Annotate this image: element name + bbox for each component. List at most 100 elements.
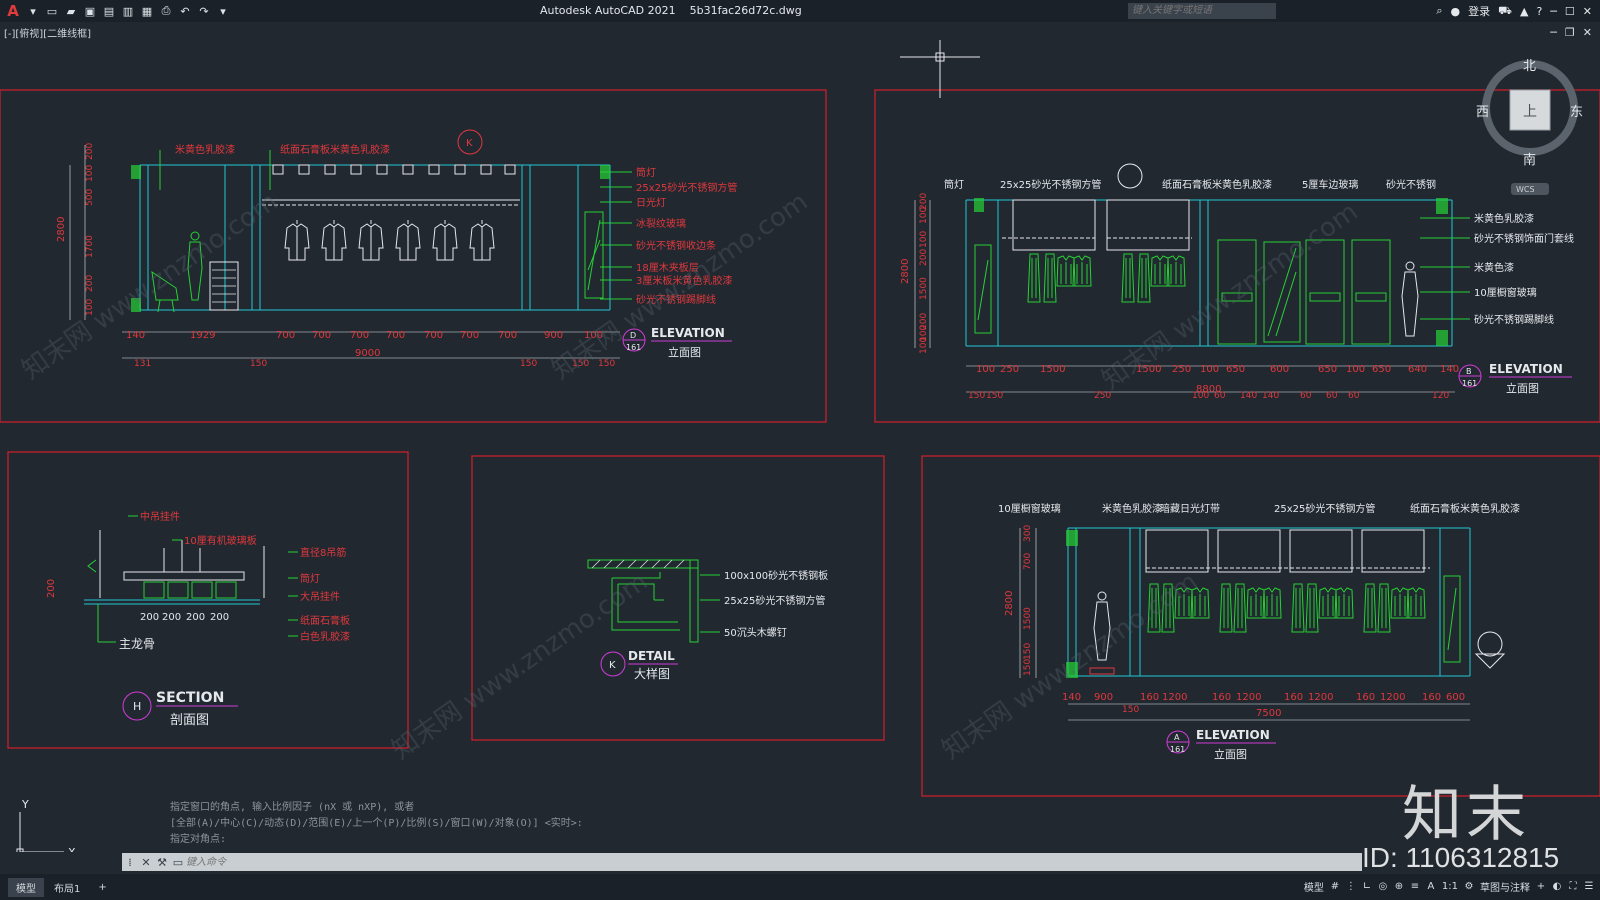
lineweight-icon[interactable]: ≡ [1410,881,1420,892]
login-link[interactable]: 登录 [1468,3,1490,19]
search-icon[interactable]: ⌕ [1436,4,1442,18]
workspace-switch[interactable]: 草图与注释 [1480,879,1530,894]
publish-icon[interactable]: ▥ [120,3,136,19]
plot-preview-icon[interactable]: ▦ [139,3,155,19]
total-height-label: 2800 [1004,591,1015,616]
dim-v: 100 [919,231,929,248]
dim-h: 100 [1200,364,1219,375]
garment [1121,253,1135,303]
save-as-icon[interactable]: ▤ [101,3,117,19]
redo-icon[interactable]: ↷ [196,3,212,19]
tab-layout1[interactable]: 布局1 [46,878,88,897]
garment [1219,583,1233,633]
undo-icon[interactable]: ↶ [177,3,193,19]
shirt [1262,587,1282,619]
close-icon[interactable]: ✕ [138,856,154,869]
annotation-label: 暗藏日光灯带 [1160,502,1220,515]
grip-icon[interactable]: ⁞ [122,856,138,869]
doc-restore-icon[interactable]: ❐ [1565,26,1575,39]
print-icon[interactable]: ⎙ [158,3,174,19]
compass-west[interactable]: 西 [1476,105,1489,120]
view-subtitle: 立面图 [1506,381,1539,395]
add-layout-button[interactable]: + [90,880,114,895]
dim-h2: 150 [598,359,615,369]
gear-icon[interactable]: ⚙ [1464,881,1474,892]
watermark-logo: 知末 [1402,780,1530,850]
app-name: Autodesk AutoCAD 2021 [540,4,676,17]
top-annotations: 10厘橱窗玻璃 米黄色乳胶漆暗藏日光灯带 25x25砂光不锈钢方管 纸面石膏板米黄色乳… [998,502,1520,515]
recent-commands-icon[interactable]: ▭ [170,856,186,869]
annotation-scale[interactable]: 1:1 [1442,881,1458,892]
annotation-label: 纸面石膏板 [300,614,350,627]
section-height-dim: 200 [46,579,57,598]
doc-close-icon[interactable]: ✕ [1583,26,1592,39]
minimize-icon[interactable]: ─ [1550,5,1557,18]
annotation-label: 冰裂纹玻璃 [636,217,686,230]
help-icon[interactable]: ? [1536,5,1542,18]
fullscreen-icon[interactable]: ⛶ [1568,881,1578,892]
shirt [1406,587,1426,619]
drawing-canvas[interactable]: 140 1929 700 700 700 700 700 700 700 900 100 131 150… [0,40,1600,852]
viewcube[interactable]: 上 北 南 西 东 WCS [1476,59,1583,195]
annotation-label: 筒灯 [300,572,320,585]
osnap-icon[interactable]: ⊕ [1394,881,1404,892]
dimensions [69,145,620,359]
annotation-visibility-icon[interactable]: A [1426,881,1436,892]
autocad-logo-icon[interactable]: A [4,2,22,20]
autodesk-app-icon[interactable]: ▲ [1520,5,1528,18]
viewport-label[interactable]: [-][俯视][二维线框] [4,25,91,40]
annotation-label: 25x25砂光不锈钢方管 [636,181,737,194]
compass-south[interactable]: 南 [1523,152,1536,168]
open-folder-icon[interactable]: ▰ [63,3,79,19]
section-annotations: 中吊挂件 10厘有机玻璃板直径8吊筋筒灯大吊挂件纸面石膏板白色乳胶漆 [128,510,350,643]
menu-icon[interactable]: ☰ [1584,881,1594,892]
tab-model[interactable]: 模型 [8,877,44,897]
garment [1233,583,1247,633]
dim-h: 140 [1440,364,1459,375]
view-subtitle: 大样图 [634,666,670,681]
cart-icon[interactable]: ⛟ [1498,4,1512,19]
dim-h: 700 [350,330,369,341]
view-id: K [609,660,616,671]
dropdown-arrow-icon[interactable]: ▾ [25,3,41,19]
annotation-label: 50沉头木螺钉 [724,626,787,639]
dim-h: 1200 [1162,692,1187,703]
plus-icon[interactable]: + [1536,881,1546,892]
annotation-label: 25x25砂光不锈钢方管 [1000,178,1101,191]
dim-h: 1200 [1236,692,1261,703]
grid-icon[interactable]: # [1330,881,1340,892]
search-input[interactable] [1128,3,1276,19]
ucs-icon [16,812,64,852]
customize-icon[interactable]: ⚒ [154,856,170,869]
ortho-icon[interactable]: ∟ [1362,881,1372,892]
new-file-icon[interactable]: ▭ [44,3,60,19]
elevation-a-walls [1067,527,1471,677]
compass-north[interactable]: 北 [1523,59,1536,74]
close-icon[interactable]: ✕ [1583,5,1592,18]
maximize-icon[interactable]: ☐ [1565,5,1575,18]
dim-h: 600 [1446,692,1465,703]
dim-h: 640 [1408,364,1427,375]
dim-h2: 150 [986,391,1003,401]
dim-h: 650 [1372,364,1391,375]
total-height-label: 2800 [56,217,67,242]
quick-access-toolbar: A ▾ ▭ ▰ ▣ ▤ ▥ ▦ ⎙ ↶ ↷ ▾ [4,2,231,20]
polar-icon[interactable]: ◎ [1378,881,1388,892]
customize-toolbar-icon[interactable]: ▾ [215,3,231,19]
command-input[interactable] [186,854,1086,870]
title-right-controls: ⌕ ● 登录 ⛟ ▲ ? ─ ☐ ✕ [1436,3,1592,19]
dim-v: 1500 [1023,607,1033,630]
model-space-toggle[interactable]: 模型 [1304,879,1324,894]
garment [1027,253,1041,303]
isolate-icon[interactable]: ◐ [1552,881,1562,892]
coat-hanger [284,219,310,261]
save-icon[interactable]: ▣ [82,3,98,19]
garment [1043,253,1057,303]
doc-minimize-icon[interactable]: ─ [1550,26,1557,39]
compass-east[interactable]: 东 [1570,105,1583,120]
user-icon[interactable]: ● [1451,5,1461,18]
snap-icon[interactable]: ⋮ [1346,881,1356,892]
view-subtitle: 剖面图 [170,713,209,728]
dim-h2: 150 [1122,705,1139,715]
downlight [480,164,492,175]
